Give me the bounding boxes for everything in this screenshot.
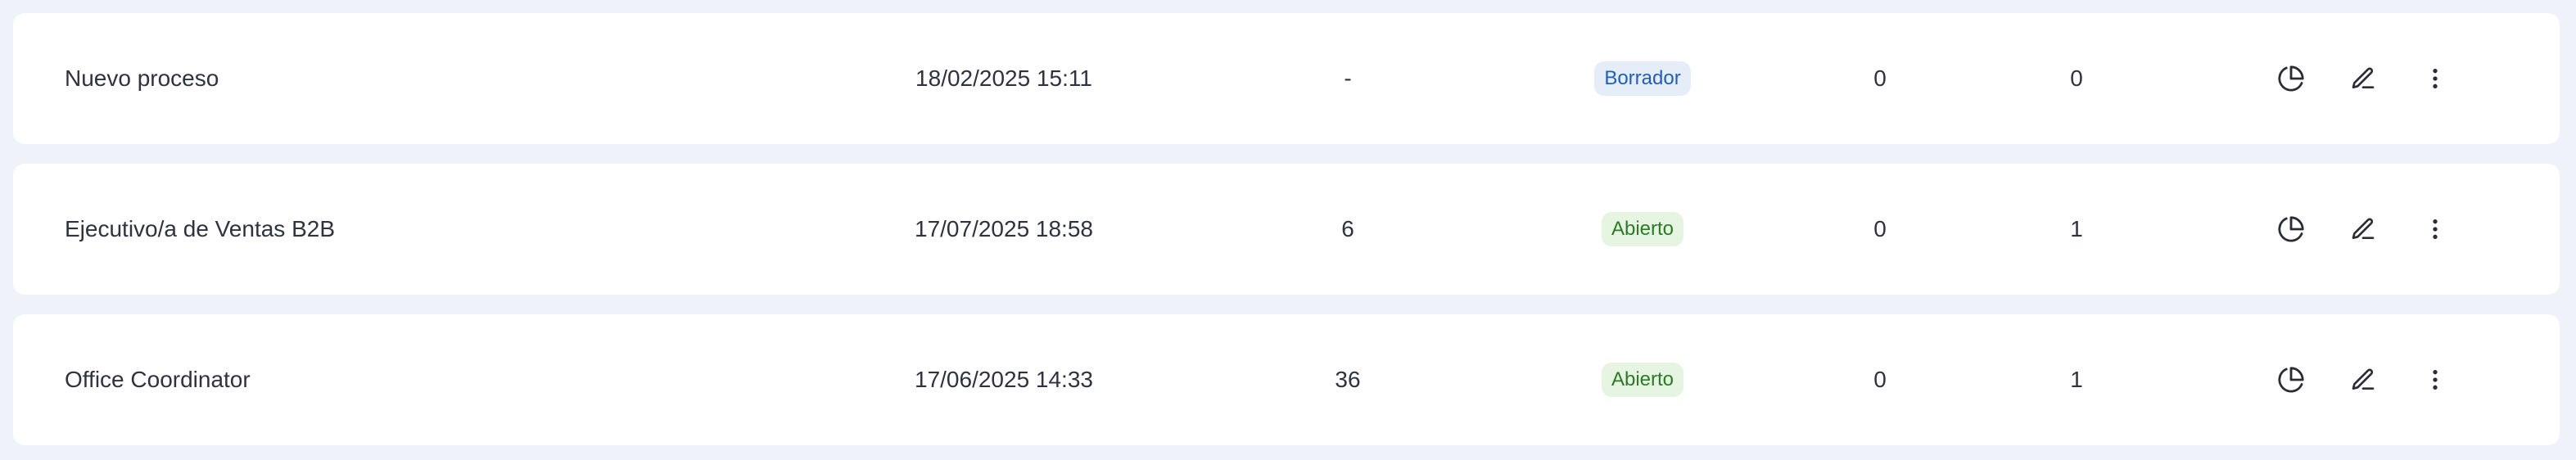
table-row[interactable]: Nuevo proceso 18/02/2025 15:11 - Borrado… [13, 13, 2560, 144]
more-vertical-icon [2433, 69, 2438, 88]
stats-button[interactable] [2271, 59, 2311, 98]
more-options-button[interactable] [2416, 360, 2455, 399]
edit-button[interactable] [2343, 59, 2383, 98]
stats-button[interactable] [2271, 210, 2311, 249]
candidate-count: 36 [1335, 367, 1361, 392]
pencil-icon [2352, 218, 2375, 239]
process-name[interactable]: Ejecutivo/a de Ventas B2B [65, 164, 335, 295]
more-options-button[interactable] [2416, 59, 2455, 98]
table-row[interactable]: Ejecutivo/a de Ventas B2B 17/07/2025 18:… [13, 164, 2560, 295]
status-cell: Borrador [1552, 13, 1733, 144]
metric-a: 0 [1873, 367, 1887, 392]
status-cell: Abierto [1552, 164, 1733, 295]
created-date: 17/06/2025 14:33 [915, 367, 1093, 392]
process-name[interactable]: Nuevo proceso [65, 13, 219, 144]
table-row[interactable]: Office Coordinator 17/06/2025 14:33 36 A… [13, 314, 2560, 445]
metric-a: 0 [1873, 65, 1887, 91]
candidate-count: - [1344, 65, 1352, 91]
pie-chart-icon [2278, 367, 2304, 393]
more-options-button[interactable] [2416, 210, 2455, 249]
stats-button[interactable] [2271, 360, 2311, 399]
status-badge: Abierto [1601, 212, 1684, 246]
pencil-icon [2352, 67, 2375, 88]
metric-b: 1 [2070, 367, 2083, 392]
status-cell: Abierto [1552, 314, 1733, 445]
metric-b: 0 [2070, 65, 2083, 91]
status-badge: Abierto [1601, 363, 1684, 397]
process-name[interactable]: Office Coordinator [65, 314, 251, 445]
status-badge: Borrador [1594, 61, 1691, 96]
created-date: 17/07/2025 18:58 [915, 216, 1093, 241]
pencil-icon [2352, 368, 2375, 390]
edit-button[interactable] [2343, 360, 2383, 399]
metric-b: 1 [2070, 216, 2083, 241]
candidate-count: 6 [1341, 216, 1354, 241]
edit-button[interactable] [2343, 210, 2383, 249]
pie-chart-icon [2278, 216, 2304, 242]
more-vertical-icon [2433, 219, 2438, 239]
created-date: 18/02/2025 15:11 [915, 65, 1092, 91]
metric-a: 0 [1873, 216, 1887, 241]
process-list: Nuevo proceso 18/02/2025 15:11 - Borrado… [0, 0, 2576, 460]
more-vertical-icon [2433, 370, 2438, 390]
pie-chart-icon [2278, 65, 2304, 92]
